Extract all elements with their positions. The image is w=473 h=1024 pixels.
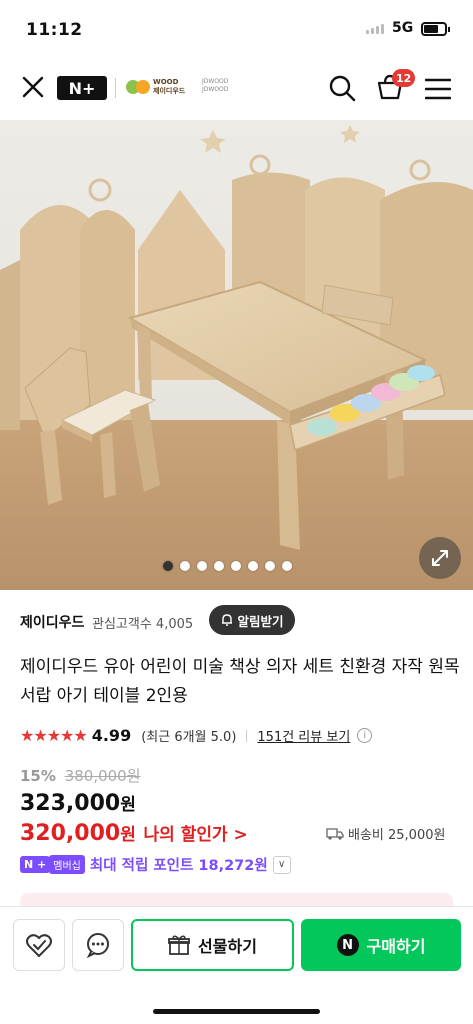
gallery-pagination[interactable] [163, 561, 292, 571]
cart-count-badge: 12 [392, 69, 416, 87]
menu-icon[interactable] [425, 78, 451, 100]
shipping-fee: 배송비 25,000원 [326, 824, 445, 843]
shipping-fee-label: 배송비 25,000원 [348, 828, 446, 843]
gift-icon [168, 935, 190, 955]
logo-mark-orange [136, 80, 150, 94]
expand-icon[interactable] [419, 537, 461, 579]
store-followers: 관심고객수 4,005 [92, 617, 194, 632]
chevron-down-icon[interactable]: ∨ [272, 855, 291, 874]
store-logo-text: WOOD 제이디우드 [153, 78, 185, 96]
close-icon[interactable] [18, 72, 48, 102]
heart-check-icon [26, 934, 52, 958]
buy-button[interactable]: N 구매하기 [301, 919, 461, 971]
rating-score: 4.99 [91, 726, 132, 745]
alert-subscribe-label: 알림받기 [237, 613, 284, 629]
naver-plus-label: N+ [68, 78, 96, 98]
product-photo [0, 120, 473, 590]
original-price: 380,000원 [64, 767, 141, 785]
discount-rate: 15% [20, 767, 56, 785]
product-title: 제이디우드 유아 어린이 미술 책상 의자 세트 친환경 자작 원목 서랍 아기… [20, 657, 460, 706]
naver-plus-badge[interactable]: N+ [57, 76, 107, 100]
my-price-value: 320,000 [20, 821, 121, 846]
signal-icon [366, 24, 384, 34]
truck-icon [326, 827, 344, 840]
search-icon[interactable] [328, 74, 356, 102]
gallery-dot[interactable] [180, 561, 190, 571]
talk-button[interactable] [72, 919, 124, 971]
gallery-dot[interactable] [197, 561, 207, 571]
store-logo-line1: WOOD [153, 78, 179, 86]
gift-button[interactable]: 선물하기 [131, 919, 294, 971]
discount-row: 15% 380,000원 [20, 765, 141, 786]
rating-divider [246, 729, 248, 742]
battery-icon [421, 22, 450, 36]
reviews-link[interactable]: 151건 리뷰 보기 [257, 726, 350, 745]
my-discount-label: 나의 할인가 > [143, 825, 248, 845]
alert-subscribe-button[interactable]: 알림받기 [209, 605, 295, 635]
bell-plus-icon [222, 614, 233, 626]
chat-icon [86, 933, 109, 958]
store-logo-alt1: JDWOOD [202, 78, 229, 85]
gallery-dot[interactable] [282, 561, 292, 571]
my-price-unit: 원 [120, 825, 136, 845]
naver-pay-icon: N [336, 934, 359, 956]
gallery-dot[interactable] [214, 561, 224, 571]
rating-row: ★★★★★ 4.99 (최근 6개월 5.0) 151건 리뷰 보기 i [20, 726, 373, 745]
membership-label: 멤버십 [49, 855, 85, 874]
status-time: 11:12 [26, 20, 83, 40]
store-logo-alt: JDWOOD JDWOOD [202, 78, 228, 94]
gallery-dot[interactable] [248, 561, 258, 571]
nav-divider [115, 78, 116, 98]
info-icon[interactable]: i [357, 728, 373, 743]
sale-price-value: 323,000 [20, 791, 121, 816]
home-indicator[interactable] [153, 1009, 320, 1014]
naver-plus-membership-badge: N + [20, 856, 51, 873]
membership-points-row[interactable]: N + 멤버십 최대 적립 포인트 18,272원 ∨ [20, 854, 291, 875]
store-logo-alt2: JDWOOD [202, 86, 229, 93]
sale-price-unit: 원 [120, 795, 136, 815]
gallery-dot[interactable] [231, 561, 241, 571]
max-points: 최대 적립 포인트 18,272원 [89, 858, 268, 874]
status-bar: 11:12 5G [0, 0, 473, 58]
gift-label: 선물하기 [198, 937, 257, 956]
recent-rating: (최근 6개월 5.0) [141, 730, 237, 745]
gallery-dot[interactable] [265, 561, 275, 571]
store-logo-line2: 제이디우드 [153, 87, 186, 95]
bottom-action-bar: 선물하기 N 구매하기 [0, 906, 473, 1024]
wishlist-button[interactable] [13, 919, 65, 971]
star-rating-icon: ★★★★★ [20, 726, 88, 745]
top-nav: N+ WOOD 제이디우드 JDWOOD JDWOOD 12 [0, 58, 473, 120]
store-logo[interactable]: WOOD 제이디우드 [126, 75, 196, 99]
buy-label: 구매하기 [366, 937, 426, 956]
network-label: 5G [392, 20, 414, 36]
product-image[interactable] [0, 120, 473, 590]
store-name[interactable]: 제이디우드 [20, 612, 84, 632]
sale-price: 323,000원 [20, 790, 136, 816]
my-discount-price[interactable]: 320,000원 나의 할인가 > [20, 820, 248, 846]
gallery-dot[interactable] [163, 561, 173, 571]
